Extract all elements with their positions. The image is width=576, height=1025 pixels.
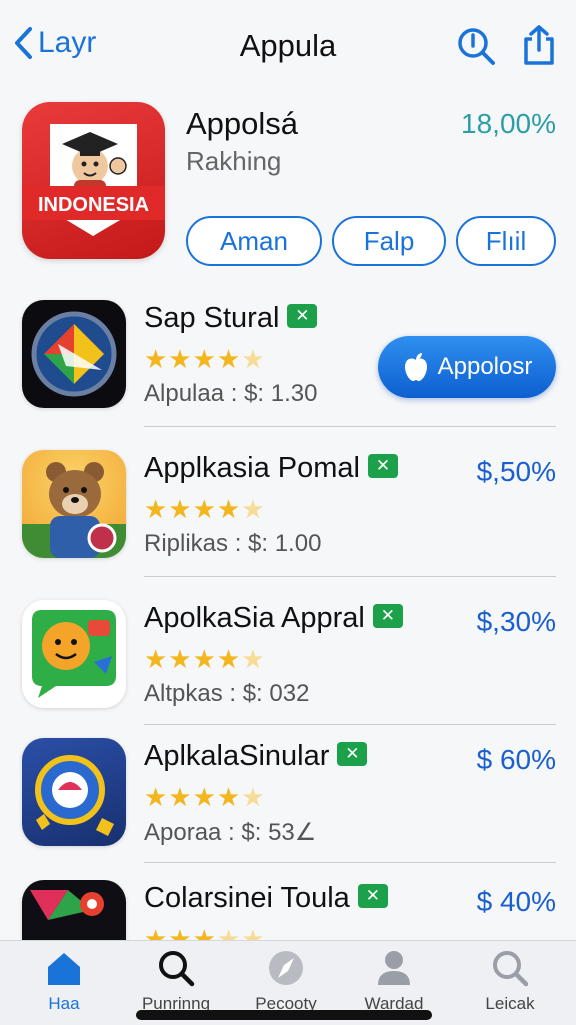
app-name: ApolkaSia Appral (144, 602, 365, 634)
app-price: Altpkas : $: 032 (144, 680, 310, 707)
app-name: Colarsinei Toula (144, 882, 350, 914)
badge-x-icon: ✕ (372, 604, 403, 629)
star-rating: ★★★★★ (144, 644, 266, 674)
tab-explore[interactable]: Pecooty (236, 949, 336, 1014)
pin-icon (22, 880, 126, 940)
app-percent: $,50% (476, 456, 556, 487)
featured-app-icon[interactable]: INDONESIA (22, 102, 165, 259)
graduate-mascot-icon: INDONESIA (22, 124, 165, 236)
share-icon (524, 25, 554, 65)
search-icon (493, 951, 529, 987)
app-percent: $ 60% (476, 744, 556, 775)
star-rating: ★★★★★ (144, 924, 266, 940)
navigation-bar: Layr Appula (0, 0, 576, 96)
compass-icon (269, 951, 303, 985)
app-percent: $ 40% (476, 886, 556, 917)
featured-app-name: Appolsá (186, 106, 299, 141)
tab-profile[interactable]: Wardad (344, 949, 444, 1014)
featured-app: INDONESIA Appolsá Rakhing 18,00% Aman Fa… (0, 100, 576, 280)
star-rating: ★★★★★ (144, 494, 266, 524)
tab-home[interactable]: Haa (14, 949, 114, 1014)
badge-x-icon: ✕ (337, 742, 368, 767)
bear-icon (22, 450, 126, 558)
divider (144, 426, 556, 427)
home-indicator (136, 1010, 432, 1020)
app-price: Alpulaa : $: 1.30 (144, 380, 318, 407)
divider (144, 862, 556, 863)
tab-label: Haa (48, 994, 80, 1013)
list-item[interactable]: Sap Stural ✕ ★★★★★ Alpulaa : $: 1.30 Appo… (0, 300, 576, 446)
list-item[interactable]: Colarsinei Toula ✕ $ 40% ★★★★★ (0, 880, 576, 940)
game-wheel-icon (22, 738, 126, 846)
badge-x-icon: ✕ (287, 304, 318, 329)
featured-app-subtitle: Rakhing (186, 146, 282, 176)
pill-button-falp[interactable]: Falp (332, 216, 446, 266)
app-price: Riplikas : $: 1.00 (144, 530, 322, 557)
app-name: Sap Stural (144, 302, 280, 334)
get-app-button[interactable]: Appolosr (378, 336, 556, 398)
star-rating: ★★★★★ (144, 344, 266, 374)
star-rating: ★★★★★ (144, 782, 266, 812)
badge-x-icon: ✕ (357, 884, 388, 909)
tab-label: Leicak (485, 994, 535, 1013)
search-button[interactable] (456, 26, 496, 71)
pill-button-flil[interactable]: Flıil (456, 216, 556, 266)
list-item[interactable]: Applkasia Pomal ✕ $,50% ★★★★★ Riplikas : … (0, 450, 576, 596)
featured-app-percent: 18,00% (461, 108, 556, 139)
search-icon (159, 951, 195, 987)
apple-icon (404, 353, 427, 381)
chat-face-icon (22, 600, 126, 708)
person-icon (378, 951, 410, 985)
featured-app-icon-text: INDONESIA (38, 194, 149, 216)
app-percent: $,30% (476, 606, 556, 637)
app-name: AplkalaSinular (144, 740, 330, 772)
get-app-button-label: Appolosr (437, 353, 533, 380)
tab-search-alt[interactable]: Leicak (460, 949, 560, 1014)
home-icon (48, 953, 80, 985)
badge-x-icon: ✕ (368, 454, 398, 479)
map-icon (22, 300, 126, 408)
divider (144, 724, 556, 725)
app-price: Aporaa : $: 53∠ (144, 819, 317, 846)
tab-search[interactable]: Punrinng (126, 949, 226, 1014)
share-button[interactable] (520, 24, 558, 71)
search-icon (458, 28, 495, 65)
app-name: Applkasia Pomal (144, 452, 360, 484)
pill-button-aman[interactable]: Aman (186, 216, 322, 266)
divider (144, 576, 556, 577)
